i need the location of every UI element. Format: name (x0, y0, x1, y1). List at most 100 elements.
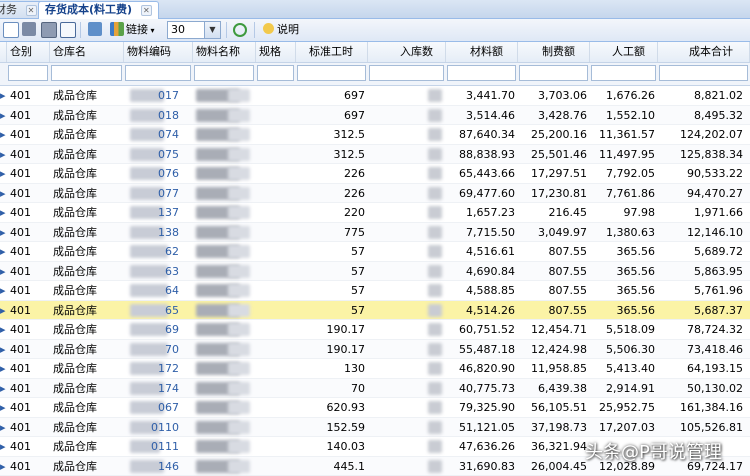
table-row[interactable]: ▸ 401 成品仓库 018 697 3,514.46 3,428.76 1,552.10 8,… (0, 105, 750, 125)
cell-material-amount: 40,775.73 (459, 381, 515, 395)
cell-total-cost: 5,761.96 (694, 284, 743, 297)
close-icon[interactable]: ✕ (25, 5, 37, 16)
redacted-block (228, 89, 250, 102)
grid-icon[interactable] (88, 22, 102, 36)
export-icon[interactable] (3, 22, 19, 38)
table-row[interactable]: ▸ 401 成品仓库 174 70 40,775.73 6,439.38 2,914.91 50… (0, 378, 750, 398)
cell-std-hours: 190.17 (326, 342, 366, 356)
tab-finance[interactable]: 财务 ✕ (0, 1, 44, 18)
toolbar: 链接 ▾ 30 ▼ 说明 (0, 19, 750, 42)
table-row[interactable]: ▸ 401 成品仓库 077 226 69,477.60 17,230.81 7,761.86… (0, 183, 750, 203)
filter-input-material-amount[interactable] (447, 65, 516, 81)
column-header-overhead-amount[interactable]: 制费额 (518, 42, 590, 62)
column-header-warehouse[interactable]: 仓别 (7, 42, 50, 62)
cell-material-amount: 88,838.93 (459, 147, 515, 161)
table-row[interactable]: ▸ 401 成品仓库 0110 152.59 51,121.05 37,198.73 17,2… (0, 417, 750, 437)
print-icon[interactable] (22, 22, 36, 36)
filter-input-warehouse[interactable] (8, 65, 48, 81)
cell-warehouse: 401 (10, 401, 31, 414)
cell-overhead-amount: 17,230.81 (531, 186, 587, 200)
cell-warehouse: 401 (10, 128, 31, 141)
cell-material-code: 077 (158, 186, 179, 200)
cell-material-code: 018 (158, 108, 179, 122)
cell-warehouse-name: 成品仓库 (53, 167, 97, 180)
filter-input-in-qty[interactable] (369, 65, 444, 81)
filter-input-warehouse-name[interactable] (51, 65, 122, 81)
filter-input-overhead-amount[interactable] (519, 65, 588, 81)
table-row[interactable]: ▸ 401 成品仓库 138 775 7,715.50 3,049.97 1,380.63 12… (0, 222, 750, 242)
print-preview-icon[interactable] (41, 22, 57, 38)
redacted-block (428, 459, 442, 473)
filter-input-material-name[interactable] (194, 65, 254, 81)
table-row[interactable]: ▸ 401 成品仓库 62 57 4,516.61 807.55 365.56 5,689.72 (0, 242, 750, 262)
table-row[interactable]: ▸ 401 成品仓库 017 697 3,441.70 3,703.06 1,676.26 8,… (0, 86, 750, 106)
cell-material-code: 63 (165, 264, 179, 278)
cell-warehouse-name: 成品仓库 (53, 323, 97, 336)
cell-material-amount: 46,820.90 (459, 362, 515, 375)
cell-overhead-amount: 12,454.71 (531, 323, 587, 336)
cell-std-hours: 57 (351, 264, 365, 278)
column-header-warehouse-name[interactable]: 仓库名 (50, 42, 124, 62)
filter-input-labor-amount[interactable] (591, 65, 656, 81)
page-size-select[interactable]: 30 ▼ (167, 21, 221, 39)
refresh-icon[interactable] (233, 23, 247, 37)
table-row[interactable]: ▸ 401 成品仓库 64 57 4,588.85 807.55 365.56 5,761.96 (0, 281, 750, 301)
column-header-std-hours[interactable]: 标准工时 (296, 42, 368, 62)
filter-input-spec[interactable] (257, 65, 294, 81)
help-button[interactable]: 说明 (277, 21, 299, 38)
column-header-material-name[interactable]: 物料名称 (193, 42, 256, 62)
column-header-total-cost[interactable]: 成本合计 (658, 42, 750, 62)
cell-overhead-amount: 807.55 (548, 303, 588, 317)
redacted-block (228, 303, 250, 317)
redacted-block (228, 342, 250, 356)
close-icon[interactable]: ✕ (140, 5, 152, 16)
cell-warehouse: 401 (10, 225, 31, 239)
cell-overhead-amount: 12,424.98 (531, 342, 587, 356)
chevron-down-icon[interactable]: ▼ (204, 22, 220, 38)
tab-inventory-cost[interactable]: 存货成本(料工费) ✕ (38, 1, 159, 19)
cell-total-cost: 1,971.66 (694, 206, 743, 219)
column-header-material-code[interactable]: 物料编码 (124, 42, 193, 62)
cell-warehouse-name: 成品仓库 (53, 342, 97, 356)
column-header-spec[interactable]: 规格 (256, 42, 296, 62)
filter-input-std-hours[interactable] (297, 65, 366, 81)
cell-material-code: 70 (165, 342, 179, 356)
redacted-block (228, 362, 250, 375)
mail-icon[interactable] (60, 22, 76, 38)
cell-material-amount: 4,516.61 (466, 245, 515, 258)
table-row[interactable]: ▸ 401 成品仓库 65 57 4,514.26 807.55 365.56 5,687.37 (0, 300, 750, 320)
cell-material-code: 69 (165, 323, 179, 336)
table-row[interactable]: ▸ 401 成品仓库 172 130 46,820.90 11,958.85 5,413.40… (0, 359, 750, 379)
cell-labor-amount: 17,207.03 (599, 420, 655, 434)
column-header-in-qty[interactable]: 入库数 (368, 42, 446, 62)
cell-warehouse-name: 成品仓库 (53, 264, 97, 278)
table-row[interactable]: ▸ 401 成品仓库 63 57 4,690.84 807.55 365.56 5,863.95 (0, 261, 750, 281)
cell-material-amount: 87,640.34 (459, 128, 515, 141)
cell-material-amount: 4,690.84 (466, 264, 515, 278)
filter-input-total-cost[interactable] (659, 65, 748, 81)
cell-warehouse-name: 成品仓库 (53, 284, 97, 297)
column-header-material-amount[interactable]: 材料额 (446, 42, 518, 62)
column-header-labor-amount[interactable]: 人工额 (590, 42, 658, 62)
cell-overhead-amount: 17,297.51 (531, 167, 587, 180)
table-row[interactable]: ▸ 401 成品仓库 074 312.5 87,640.34 25,200.16 11,361… (0, 125, 750, 145)
cell-overhead-amount: 3,428.76 (538, 108, 587, 122)
filter-input-material-code[interactable] (125, 65, 191, 81)
cell-warehouse-name: 成品仓库 (53, 401, 97, 414)
table-row[interactable]: ▸ 401 成品仓库 067 620.93 79,325.90 56,105.51 25,95… (0, 398, 750, 418)
help-label: 说明 (277, 23, 299, 36)
table-row[interactable]: ▸ 401 成品仓库 69 190.17 60,751.52 12,454.71 5,518.… (0, 320, 750, 340)
redacted-block (228, 401, 250, 414)
grid-header: 仓别 仓库名 物料编码 物料名称 规格 标准工时 入库数 材料额 制费额 人工额… (0, 42, 750, 63)
cell-std-hours: 130 (344, 362, 365, 375)
row-indicator-header (0, 42, 7, 62)
cell-material-code: 65 (165, 303, 179, 317)
cell-labor-amount: 97.98 (623, 206, 656, 219)
table-row[interactable]: ▸ 401 成品仓库 076 226 65,443.66 17,297.51 7,792.05… (0, 164, 750, 184)
table-row[interactable]: ▸ 401 成品仓库 137 220 1,657.23 216.45 97.98 1,971.6… (0, 203, 750, 223)
cell-warehouse-name: 成品仓库 (53, 206, 97, 219)
table-row[interactable]: ▸ 401 成品仓库 075 312.5 88,838.93 25,501.46 11,497… (0, 144, 750, 164)
cell-material-amount: 4,514.26 (466, 303, 515, 317)
link-button[interactable]: 链接 ▾ (126, 21, 155, 38)
table-row[interactable]: ▸ 401 成品仓库 70 190.17 55,487.18 12,424.98 5,506.… (0, 339, 750, 359)
